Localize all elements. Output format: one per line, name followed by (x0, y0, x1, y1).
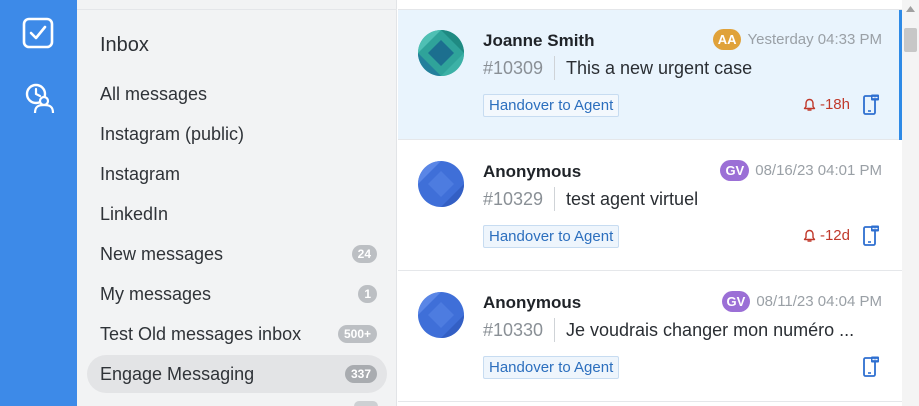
count-badge: 337 (344, 365, 377, 383)
sla-value: -12d (819, 227, 850, 244)
conversation-item[interactable]: Joanne Smith AA Yesterday 04:33 PM #1030… (398, 10, 902, 140)
avatar-pattern-icon (418, 292, 464, 338)
status-tag: Handover to Agent (483, 94, 620, 117)
avatar (418, 292, 464, 338)
agent-badge: GV (720, 160, 750, 181)
avatar (418, 30, 464, 76)
folder-label: LinkedIn (100, 204, 169, 224)
agent-badge: AA (712, 29, 742, 50)
conversation-meta: AA Yesterday 04:33 PM (712, 29, 882, 50)
folder-engage-messaging[interactable]: Engage Messaging 337 (87, 355, 387, 393)
timestamp: 08/16/23 04:01 PM (755, 162, 882, 179)
inbox-title: Inbox (100, 34, 149, 56)
folder-label: Test Old messages inbox (100, 324, 302, 344)
contact-name: Joanne Smith (483, 31, 595, 50)
folder-instagram-public[interactable]: Instagram (public) (87, 115, 387, 153)
divider (77, 9, 397, 10)
left-rail (0, 0, 77, 406)
bell-icon (803, 229, 816, 242)
count-badge: 1 (358, 285, 377, 303)
scroll-up-button[interactable] (902, 0, 919, 17)
sla-timer: -12d (803, 227, 850, 244)
folder-my-messages[interactable]: My messages 1 (87, 275, 387, 313)
scrollbar[interactable] (902, 0, 919, 406)
chevron-up-icon (906, 5, 915, 12)
conversation-list: Joanne Smith AA Yesterday 04:33 PM #1030… (398, 0, 902, 406)
folder-new-messages[interactable]: New messages 24 (87, 235, 387, 273)
divider (554, 187, 555, 211)
mobile-channel-icon (863, 94, 879, 115)
bell-icon (803, 98, 816, 111)
agent-badge: GV (721, 291, 751, 312)
sla-value: -18h (819, 96, 850, 113)
count-badge: 500+ (337, 325, 377, 343)
folder-instagram[interactable]: Instagram (87, 155, 387, 193)
case-subject: test agent virtuel (566, 189, 699, 209)
folder-label: Instagram (100, 164, 181, 184)
app-root: Inbox All messages Instagram (public) In… (0, 0, 919, 406)
folder-all-messages[interactable]: All messages (87, 75, 387, 113)
avatar-pattern-icon (418, 30, 464, 76)
conversation-meta: GV 08/16/23 04:01 PM (720, 160, 882, 181)
count-badge: 24 (351, 245, 377, 263)
folder-test-old-messages[interactable]: Test Old messages inbox 500+ (87, 315, 387, 353)
avatar (418, 161, 464, 207)
scroll-thumb[interactable] (904, 28, 917, 52)
folder-label: All messages (100, 84, 208, 104)
folder-label: New messages (100, 244, 224, 264)
divider (554, 318, 555, 342)
divider (554, 56, 555, 80)
contact-name: Anonymous (483, 162, 582, 181)
case-subject: Je voudrais changer mon numéro ... (566, 320, 855, 340)
case-id: #10329 (483, 189, 544, 209)
folder-label: Instagram (public) (100, 124, 245, 144)
folder-linkedin[interactable]: LinkedIn (87, 195, 387, 233)
timestamp: Yesterday 04:33 PM (747, 31, 882, 48)
case-id: #10330 (483, 320, 544, 340)
tasks-rail-button[interactable] (18, 13, 58, 53)
timestamp: 08/11/23 04:04 PM (756, 293, 882, 310)
checkbox-icon (22, 17, 54, 49)
avatar-pattern-icon (418, 161, 464, 207)
conversation-meta: GV 08/11/23 04:04 PM (721, 291, 882, 312)
status-tag: Handover to Agent (483, 356, 620, 379)
contact-name: Anonymous (483, 293, 582, 312)
mobile-channel-icon (863, 225, 879, 246)
folder-label: Engage Messaging (100, 364, 255, 384)
case-subject: This a new urgent case (566, 58, 753, 78)
sla-timer: -18h (803, 96, 850, 113)
agent-icon (25, 83, 55, 114)
case-id: #10309 (483, 58, 544, 78)
conversation-item[interactable]: Anonymous GV 08/16/23 04:01 PM #10329 te… (398, 141, 902, 271)
folder-label: My messages (100, 284, 212, 304)
count-badge (354, 401, 378, 406)
agent-rail-button[interactable] (18, 78, 58, 118)
mobile-channel-icon (863, 356, 879, 377)
conversation-item[interactable]: Anonymous GV 08/11/23 04:04 PM #10330 Je… (398, 272, 902, 402)
inbox-sidebar: Inbox All messages Instagram (public) In… (77, 0, 397, 406)
status-tag: Handover to Agent (483, 225, 620, 248)
